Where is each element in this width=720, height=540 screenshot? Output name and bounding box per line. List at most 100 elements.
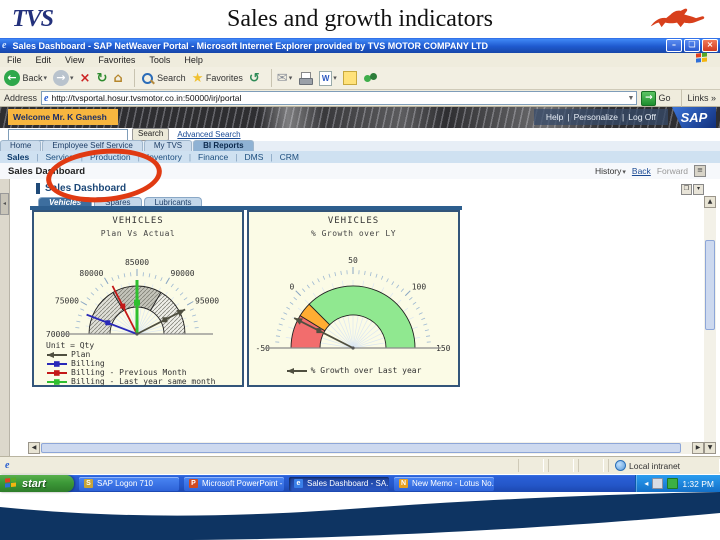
legend-marker-icon — [47, 378, 67, 385]
go-label: Go — [658, 93, 671, 103]
vertical-scroll-thumb[interactable] — [705, 240, 715, 330]
legend-marker-icon — [47, 351, 67, 358]
print-button[interactable] — [298, 71, 314, 85]
vertical-scrollbar[interactable]: ▲ ▼ — [704, 196, 716, 454]
subnav-finance[interactable]: Finance — [198, 152, 228, 162]
favorites-button[interactable]: ★ Favorites — [192, 71, 243, 86]
taskbar-item-lotus[interactable]: N New Memo - Lotus No... — [394, 476, 494, 491]
gauge1-title: VEHICLES — [112, 216, 164, 226]
go-button[interactable]: → Go — [641, 90, 671, 106]
page-options-icon[interactable]: ≡ — [694, 165, 706, 177]
menu-favorites[interactable]: Favorites — [91, 55, 142, 65]
favorites-icon: ★ — [191, 70, 204, 86]
back-label: Back — [20, 73, 43, 83]
taskbar-item-label: SAP Logon 710 — [97, 479, 153, 488]
svg-text:100: 100 — [412, 282, 427, 291]
back-link[interactable]: Back — [632, 166, 651, 176]
portlet-restore-icon[interactable]: ❐ — [681, 184, 692, 195]
footer-wave — [0, 492, 720, 540]
stop-button[interactable]: × — [80, 71, 91, 86]
divider: | — [567, 112, 570, 122]
forward-link[interactable]: Forward — [657, 166, 688, 176]
start-label: start — [22, 477, 46, 490]
restore-button[interactable]: ❏ — [684, 39, 700, 52]
menu-file[interactable]: File — [0, 55, 29, 65]
dropdown-caret-icon[interactable]: ▾ — [70, 74, 74, 82]
links-menu[interactable]: Links » — [687, 93, 716, 103]
back-button[interactable]: ← Back ▾ — [4, 70, 47, 86]
subnav-dms[interactable]: DMS — [245, 152, 264, 162]
taskbar-item-sap[interactable]: S SAP Logon 710 — [79, 476, 179, 491]
svg-text:0: 0 — [289, 282, 294, 291]
status-page-icon: e — [5, 460, 10, 471]
dropdown-caret-icon[interactable]: ▾ — [333, 74, 337, 82]
close-button[interactable]: × — [702, 39, 718, 52]
edit-word-button[interactable]: W ▾ — [319, 70, 337, 86]
tab-home[interactable]: Home — [0, 140, 42, 151]
history-label: History — [594, 166, 622, 176]
address-input[interactable]: e http://tvsportal.hosur.tvsmotor.co.in:… — [41, 91, 638, 105]
dropdown-caret-icon[interactable]: ▾ — [289, 74, 293, 82]
tray-display-icon[interactable] — [652, 478, 664, 489]
scroll-left-icon[interactable]: ◀ — [28, 442, 40, 454]
tab-bi-reports[interactable]: BI Reports — [193, 140, 254, 151]
minimize-button[interactable]: – — [666, 39, 682, 52]
refresh-button[interactable]: ↻ — [96, 71, 107, 86]
search-input[interactable] — [8, 128, 128, 141]
taskbar-item-label: New Memo - Lotus No... — [412, 479, 494, 488]
gauge2-chart: -50050100150 — [256, 256, 451, 353]
ie-window-icon: e — [2, 40, 7, 51]
masthead-links: Help | Personalize | Log Off — [533, 109, 668, 125]
note-button[interactable] — [342, 71, 357, 85]
horse-logo — [650, 8, 705, 28]
masthead-link-help[interactable]: Help — [546, 112, 563, 122]
nav-expand-handle[interactable]: ◂ — [0, 193, 9, 215]
divider: | — [270, 152, 273, 162]
scroll-down-icon[interactable]: ▼ — [704, 442, 716, 454]
window-titlebar[interactable]: e Sales Dashboard - SAP NetWeaver Portal… — [0, 38, 720, 53]
menu-tools[interactable]: Tools — [142, 55, 177, 65]
windows-throbber-icon — [689, 52, 716, 66]
menu-help[interactable]: Help — [177, 55, 210, 65]
sap-icon: S — [84, 479, 93, 488]
search-button[interactable]: Search — [140, 71, 186, 86]
masthead-link-log-off[interactable]: Log Off — [628, 112, 656, 122]
intranet-globe-icon — [615, 460, 626, 471]
subnav-crm[interactable]: CRM — [280, 152, 299, 162]
gauge-panel-growth: VEHICLES % Growth over LY -50 0 50 100 150 %… — [247, 210, 460, 387]
powerpoint-icon: P — [189, 479, 198, 488]
portlet-menu-icon[interactable]: ▾ — [693, 184, 704, 195]
advanced-search-link[interactable]: Advanced Search — [177, 130, 240, 139]
tab-my-tvs[interactable]: My TVS — [143, 140, 193, 151]
scroll-up-icon[interactable]: ▲ — [704, 196, 716, 208]
horizontal-scrollbar[interactable]: ◀ ▶ — [28, 442, 704, 454]
gauge1-subtitle: Plan Vs Actual — [100, 229, 176, 238]
tray-network-icon[interactable] — [667, 478, 679, 489]
forward-icon: → — [53, 70, 70, 86]
dropdown-caret-icon[interactable]: ▾ — [44, 74, 48, 82]
home-icon: ⌂ — [113, 70, 123, 86]
ie-icon: e — [294, 479, 303, 488]
mail-button[interactable]: ✉ ▾ — [277, 71, 292, 86]
taskbar-item-ie[interactable]: e Sales Dashboard - SA... — [289, 476, 389, 491]
scroll-right-icon[interactable]: ▶ — [692, 442, 704, 454]
menu-edit[interactable]: Edit — [29, 55, 59, 65]
address-bar: Address e http://tvsportal.hosur.tvsmoto… — [0, 89, 720, 107]
menu-view[interactable]: View — [58, 55, 91, 65]
horizontal-scroll-thumb[interactable] — [41, 443, 681, 453]
taskbar-item-label: Sales Dashboard - SA... — [307, 479, 389, 488]
divider: | — [36, 152, 39, 162]
home-button[interactable]: ⌂ — [113, 71, 122, 86]
forward-button[interactable]: → ▾ — [53, 70, 74, 86]
tray-chevron-icon[interactable]: ◂ — [644, 479, 648, 488]
history-button[interactable]: ↺ — [249, 71, 260, 86]
start-button[interactable]: start — [0, 475, 74, 492]
messenger-button[interactable] — [363, 71, 378, 85]
subnav-sales[interactable]: Sales — [7, 152, 29, 162]
taskbar-item-powerpoint[interactable]: P Microsoft PowerPoint - — [184, 476, 284, 491]
taskbar: start S SAP Logon 710 P Microsoft PowerPoin… — [0, 475, 720, 492]
history-menu[interactable]: History▾ — [595, 166, 626, 176]
slide-title: Sales and growth indicators — [227, 6, 493, 32]
masthead-link-personalize[interactable]: Personalize — [574, 112, 618, 122]
address-dropdown-icon[interactable]: ▼ — [628, 95, 635, 102]
